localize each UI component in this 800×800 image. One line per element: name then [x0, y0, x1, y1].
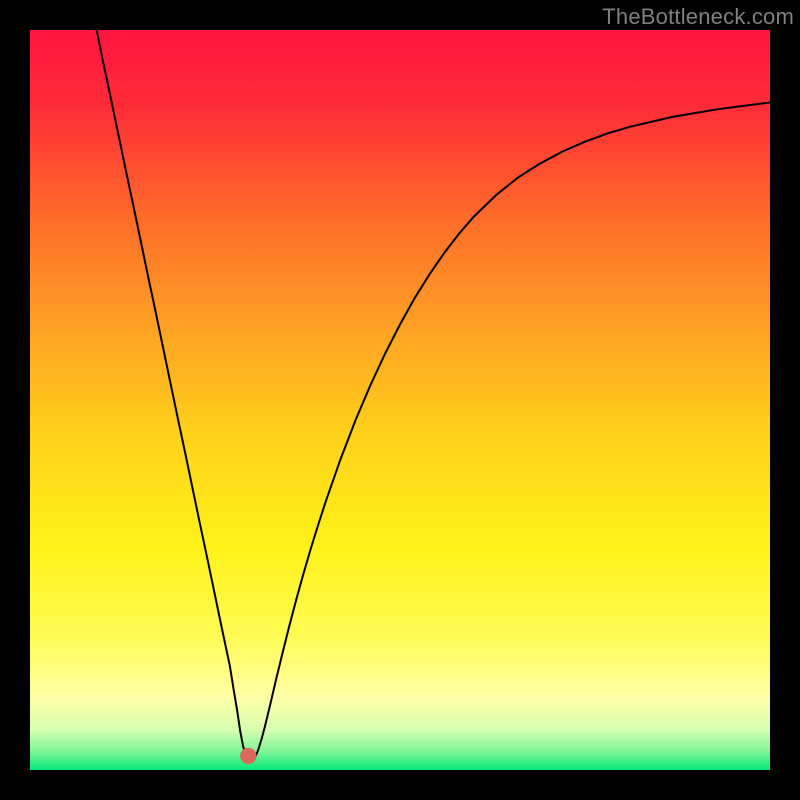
chart-plot [30, 30, 770, 770]
chart-frame: TheBottleneck.com [0, 0, 800, 800]
optimal-point-marker [240, 748, 256, 764]
watermark-text: TheBottleneck.com [602, 4, 794, 30]
plot-background [30, 30, 770, 770]
